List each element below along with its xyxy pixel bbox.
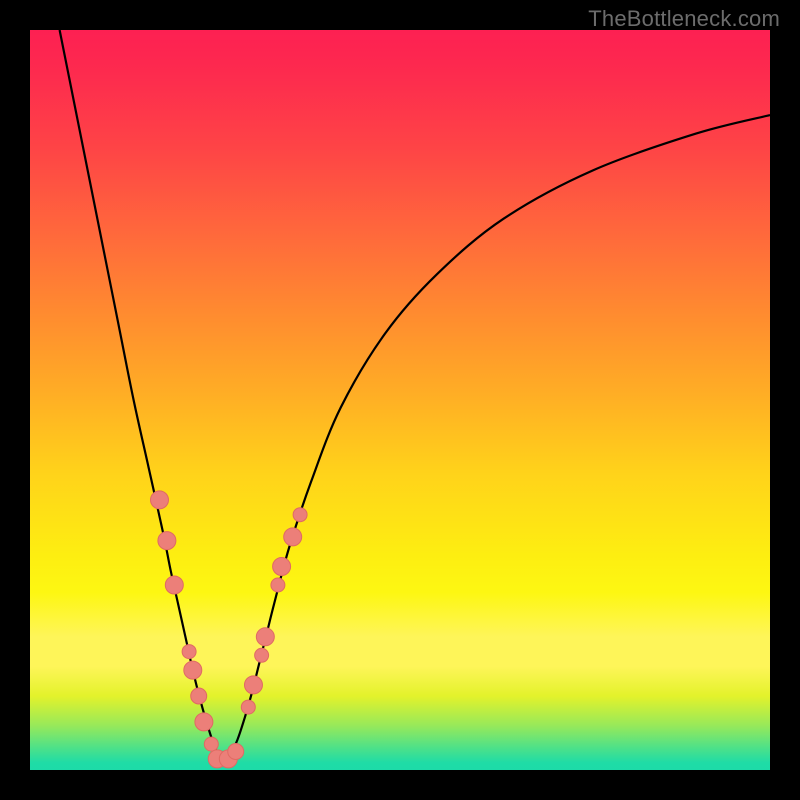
data-marker — [293, 508, 307, 522]
data-marker — [273, 558, 291, 576]
data-marker — [158, 532, 176, 550]
chart-svg — [30, 30, 770, 770]
data-marker — [184, 661, 202, 679]
data-marker — [255, 648, 269, 662]
data-marker — [244, 676, 262, 694]
data-marker — [228, 744, 244, 760]
plot-area — [30, 30, 770, 770]
marker-group — [151, 491, 308, 768]
chart-frame: TheBottleneck.com — [0, 0, 800, 800]
data-marker — [195, 713, 213, 731]
data-marker — [182, 645, 196, 659]
data-marker — [241, 700, 255, 714]
data-marker — [271, 578, 285, 592]
data-marker — [151, 491, 169, 509]
curve-right-branch — [222, 115, 770, 763]
data-marker — [204, 737, 218, 751]
curve-left-branch — [60, 30, 223, 763]
data-marker — [256, 628, 274, 646]
data-marker — [191, 688, 207, 704]
data-marker — [284, 528, 302, 546]
watermark-text: TheBottleneck.com — [588, 6, 780, 32]
data-marker — [165, 576, 183, 594]
